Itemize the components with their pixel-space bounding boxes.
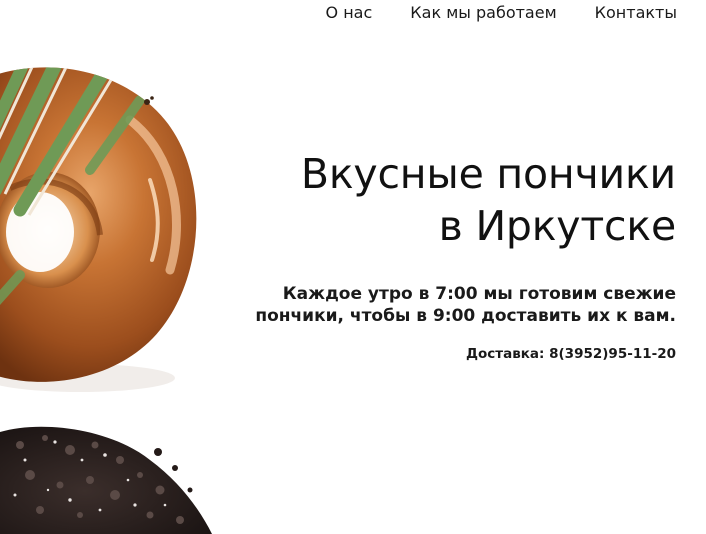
glazed-donut-image	[0, 67, 197, 392]
nav-link-how-we-work[interactable]: Как мы работаем	[410, 2, 556, 24]
hero-description-line-1: Каждое утро в 7:00 мы готовим свежие	[282, 284, 676, 304]
landing-page: О нас Как мы работаем Контакты Вкусные п…	[0, 0, 706, 534]
hero-title-line-1: Вкусные пончики	[300, 150, 676, 198]
hero-description: Каждое утро в 7:00 мы готовим свежие пон…	[206, 283, 676, 327]
hero-description-line-2: пончики, чтобы в 9:00 доставить их к вам…	[255, 306, 676, 326]
nav-link-about[interactable]: О нас	[326, 2, 373, 24]
top-navigation: О нас Как мы работаем Контакты	[326, 2, 677, 24]
delivery-phone: Доставка: 8(3952)95-11-20	[465, 346, 676, 362]
hero-title: Вкусные пончики в Иркутске	[196, 148, 676, 252]
chocolate-cookie-donut-image	[0, 426, 212, 534]
hero-title-line-2: в Иркутске	[438, 202, 677, 250]
nav-link-contacts[interactable]: Контакты	[595, 2, 677, 24]
